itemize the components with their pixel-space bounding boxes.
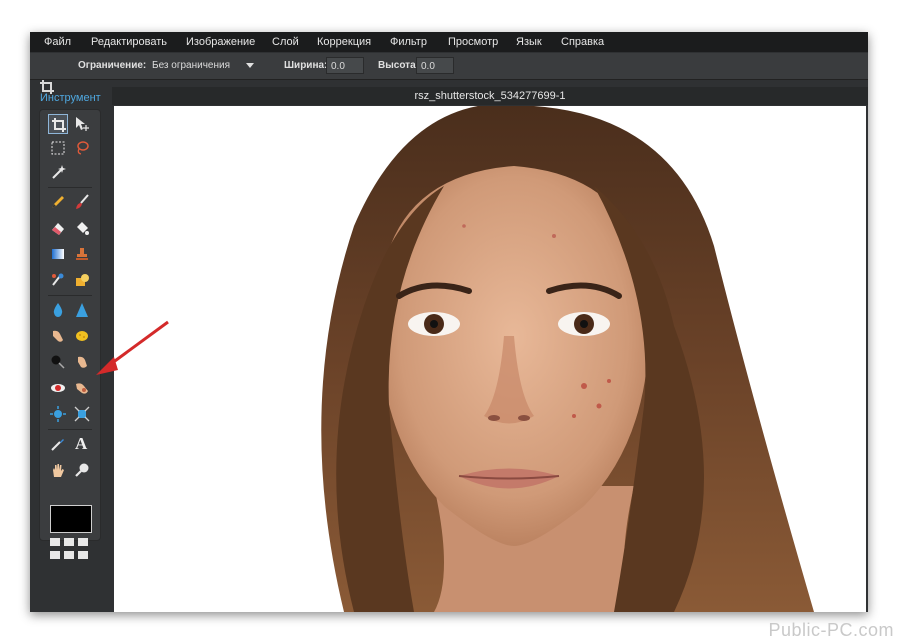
sharpen-icon bbox=[76, 303, 88, 317]
gradient-tool[interactable] bbox=[48, 244, 68, 264]
watermark: Public-PC.com bbox=[768, 620, 894, 640]
dodge-tool[interactable] bbox=[48, 352, 68, 372]
color-picker-icon bbox=[51, 439, 64, 451]
pencil-icon bbox=[52, 196, 64, 208]
text-tool[interactable]: A bbox=[72, 434, 92, 454]
menu-filter[interactable]: Фильтр bbox=[390, 32, 427, 52]
spot-heal-icon bbox=[76, 383, 88, 394]
burn-tool[interactable] bbox=[72, 352, 92, 372]
constraint-select[interactable]: Без ограничения bbox=[148, 57, 236, 74]
width-field[interactable]: 0.0 bbox=[326, 57, 364, 74]
tool-separator bbox=[48, 295, 92, 296]
width-label: Ширина: bbox=[284, 60, 328, 71]
brush-icon bbox=[76, 194, 89, 209]
blur-tool[interactable] bbox=[48, 300, 68, 320]
menu-image[interactable]: Изображение bbox=[186, 32, 255, 52]
grid-icon[interactable] bbox=[50, 538, 92, 562]
sharpen-tool[interactable] bbox=[72, 300, 92, 320]
tool-options-bar: Ограничение: Без ограничения Ширина: 0.0… bbox=[30, 53, 868, 94]
lasso-tool[interactable] bbox=[72, 138, 92, 158]
crop-tool[interactable] bbox=[48, 114, 68, 134]
menu-language[interactable]: Язык bbox=[516, 32, 542, 52]
hand-tool[interactable] bbox=[48, 460, 68, 480]
move-icon bbox=[76, 117, 89, 131]
clone-stamp-icon bbox=[76, 248, 88, 260]
lasso-icon bbox=[77, 141, 89, 155]
draw-tool[interactable] bbox=[72, 270, 92, 290]
pencil-tool[interactable] bbox=[48, 192, 68, 212]
red-eye-icon bbox=[51, 384, 65, 392]
gradient-icon bbox=[52, 249, 64, 259]
red-eye-tool[interactable] bbox=[48, 378, 68, 398]
crop-icon bbox=[52, 118, 66, 132]
color-replace-icon bbox=[52, 273, 64, 286]
menu-layer[interactable]: Слой bbox=[272, 32, 299, 52]
pinch-tool[interactable] bbox=[72, 404, 92, 424]
tools-panel: A bbox=[39, 109, 101, 559]
eraser-tool[interactable] bbox=[48, 218, 68, 238]
text-icon: A bbox=[75, 434, 88, 453]
brush-tool[interactable] bbox=[72, 192, 92, 212]
tools-panel-title: Инструмент bbox=[40, 92, 101, 104]
document-titlebar: rsz_shutterstock_534277699-1 bbox=[112, 87, 868, 105]
zoom-tool[interactable] bbox=[72, 460, 92, 480]
eraser-icon bbox=[52, 223, 64, 235]
move-tool[interactable] bbox=[72, 114, 92, 134]
menu-adjustments[interactable]: Коррекция bbox=[317, 32, 371, 52]
blur-icon bbox=[53, 303, 63, 317]
bloat-tool[interactable] bbox=[48, 404, 68, 424]
magic-wand-icon bbox=[52, 165, 66, 179]
magic-wand-tool[interactable] bbox=[48, 162, 68, 182]
smudge-tool[interactable] bbox=[48, 326, 68, 346]
tool-separator bbox=[48, 429, 92, 430]
dodge-icon bbox=[51, 355, 65, 369]
menu-bar: Файл Редактировать Изображение Слой Корр… bbox=[30, 32, 868, 52]
menu-edit[interactable]: Редактировать bbox=[91, 32, 167, 52]
chevron-down-icon[interactable] bbox=[246, 63, 254, 68]
editor-window: Файл Редактировать Изображение Слой Корр… bbox=[30, 32, 868, 612]
document-title: rsz_shutterstock_534277699-1 bbox=[414, 90, 566, 102]
hand-icon bbox=[53, 464, 64, 477]
portrait-photo bbox=[114, 106, 866, 612]
draw-icon bbox=[76, 274, 89, 286]
menu-view[interactable]: Просмотр bbox=[448, 32, 498, 52]
spot-heal-tool[interactable] bbox=[72, 378, 92, 398]
sponge-icon bbox=[76, 331, 88, 341]
primary-color-swatch[interactable] bbox=[50, 505, 92, 533]
menu-file[interactable]: Файл bbox=[44, 32, 71, 52]
sponge-tool[interactable] bbox=[72, 326, 92, 346]
paint-bucket-tool[interactable] bbox=[72, 218, 92, 238]
color-picker-tool[interactable] bbox=[48, 434, 68, 454]
bloat-icon bbox=[50, 406, 66, 422]
tool-separator bbox=[48, 187, 92, 188]
height-label: Высота: bbox=[378, 60, 419, 71]
height-field[interactable]: 0.0 bbox=[416, 57, 454, 74]
burn-icon bbox=[78, 356, 87, 368]
pinch-icon bbox=[74, 406, 90, 422]
constraint-label: Ограничение: bbox=[78, 60, 147, 71]
color-replace-tool[interactable] bbox=[48, 270, 68, 290]
image-canvas[interactable] bbox=[114, 106, 866, 612]
marquee-icon bbox=[51, 141, 65, 155]
clone-stamp-tool[interactable] bbox=[72, 244, 92, 264]
zoom-icon bbox=[75, 463, 89, 477]
paint-bucket-icon bbox=[77, 222, 89, 235]
marquee-tool[interactable] bbox=[48, 138, 68, 158]
menu-help[interactable]: Справка bbox=[561, 32, 604, 52]
smudge-icon bbox=[53, 330, 63, 342]
